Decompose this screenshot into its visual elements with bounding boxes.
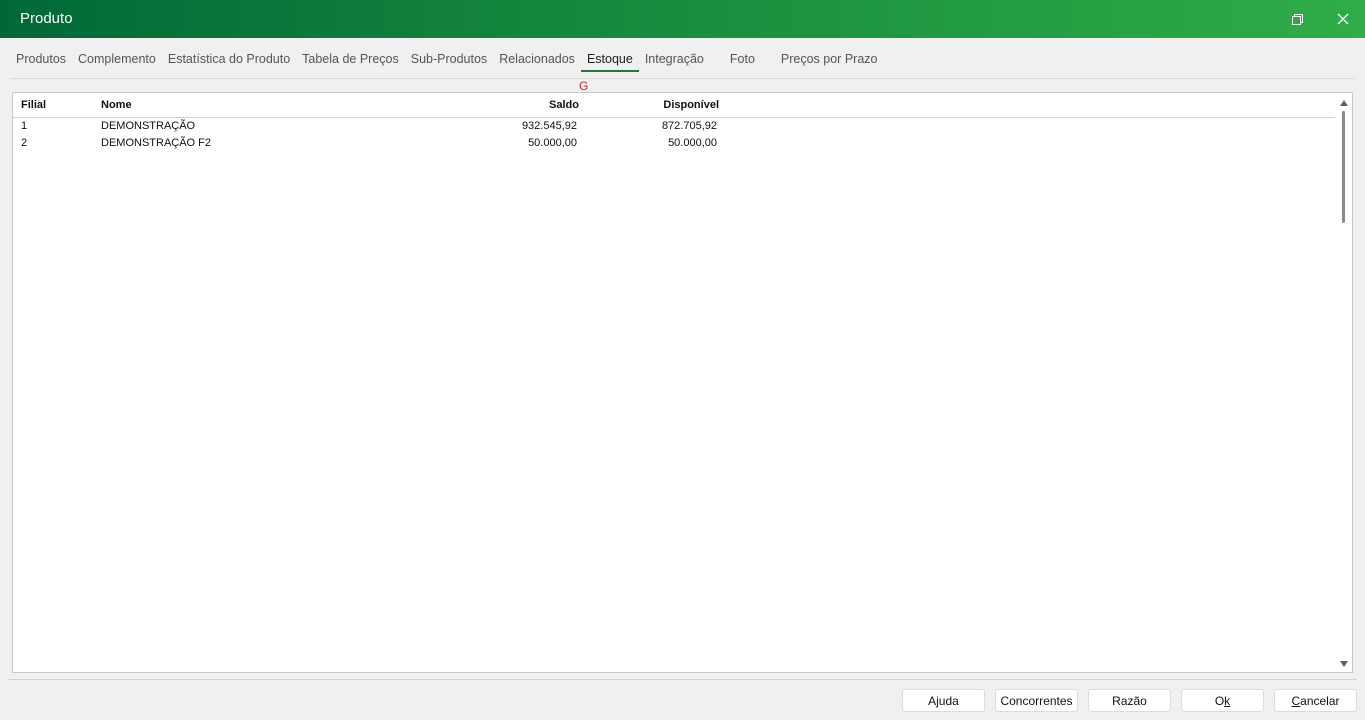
tab-bar: Produtos Complemento Estatística do Prod… xyxy=(10,44,883,72)
tab-foto[interactable]: Foto xyxy=(724,44,761,72)
tab-produtos[interactable]: Produtos xyxy=(10,44,72,72)
footer-divider xyxy=(8,679,1357,680)
tab-complemento[interactable]: Complemento xyxy=(72,44,162,72)
shortcut-hint: G xyxy=(579,79,589,93)
ok-button[interactable]: Ok xyxy=(1181,689,1264,712)
tab-precos-por-prazo[interactable]: Preços por Prazo xyxy=(775,44,884,72)
scroll-thumb[interactable] xyxy=(1342,111,1345,223)
grid-header: Filial Nome Saldo Disponível xyxy=(13,93,1335,118)
window-title: Produto xyxy=(20,10,73,27)
ok-accelerator: k xyxy=(1224,693,1231,708)
cell-nome: DEMONSTRAÇÃO F2 xyxy=(101,137,212,149)
column-header-disponivel[interactable]: Disponível xyxy=(579,97,719,114)
table-row[interactable]: 2 DEMONSTRAÇÃO F2 50.000,00 50.000,00 xyxy=(13,135,1335,152)
table-row[interactable]: 1 DEMONSTRAÇÃO 932.545,92 872.705,92 xyxy=(13,118,1335,135)
cancelar-label: ancelar xyxy=(1300,693,1340,708)
tab-tabela-de-precos[interactable]: Tabela de Preços xyxy=(296,44,405,72)
cell-disponivel: 872.705,92 xyxy=(661,120,717,132)
cell-filial: 1 xyxy=(21,120,28,132)
close-button[interactable] xyxy=(1320,0,1365,38)
ajuda-button[interactable]: Ajuda xyxy=(902,689,985,712)
tab-sub-produtos[interactable]: Sub-Produtos xyxy=(405,44,493,72)
ok-label: O xyxy=(1214,693,1225,708)
cell-nome: DEMONSTRAÇÃO xyxy=(101,120,196,132)
column-header-saldo[interactable]: Saldo xyxy=(413,97,579,114)
column-header-nome[interactable]: Nome xyxy=(101,97,401,114)
cell-disponivel: 50.000,00 xyxy=(668,137,717,149)
column-header-filial[interactable]: Filial xyxy=(21,97,91,114)
cancelar-accelerator: C xyxy=(1291,693,1301,708)
tab-integracao[interactable]: Integração xyxy=(639,44,710,72)
stock-grid[interactable]: Filial Nome Saldo Disponível 1 DEMONSTRA… xyxy=(12,92,1353,673)
title-bar: Produto xyxy=(0,0,1365,38)
restore-icon xyxy=(1291,13,1303,25)
cell-filial: 2 xyxy=(21,137,28,149)
cell-saldo: 932.545,92 xyxy=(521,120,577,132)
triangle-down-icon xyxy=(1340,654,1348,672)
close-icon xyxy=(1337,13,1349,25)
restore-button[interactable] xyxy=(1274,0,1320,38)
product-window: Produto Produtos Complemento Estatística… xyxy=(0,0,1365,720)
concorrentes-button[interactable]: Concorrentes xyxy=(995,689,1078,712)
scroll-down-button[interactable] xyxy=(1339,658,1349,668)
cell-saldo: 50.000,00 xyxy=(528,137,577,149)
tab-divider xyxy=(10,78,1355,79)
tab-estoque[interactable]: Estoque xyxy=(580,44,639,72)
tab-estatistica-do-produto[interactable]: Estatística do Produto xyxy=(162,44,296,72)
cancelar-button[interactable]: Cancelar xyxy=(1274,689,1357,712)
tab-relacionados[interactable]: Relacionados xyxy=(493,44,581,72)
razao-button[interactable]: Razão xyxy=(1088,689,1171,712)
vertical-scrollbar[interactable] xyxy=(1336,93,1352,672)
triangle-up-icon xyxy=(1340,93,1348,111)
scroll-up-button[interactable] xyxy=(1339,97,1349,107)
